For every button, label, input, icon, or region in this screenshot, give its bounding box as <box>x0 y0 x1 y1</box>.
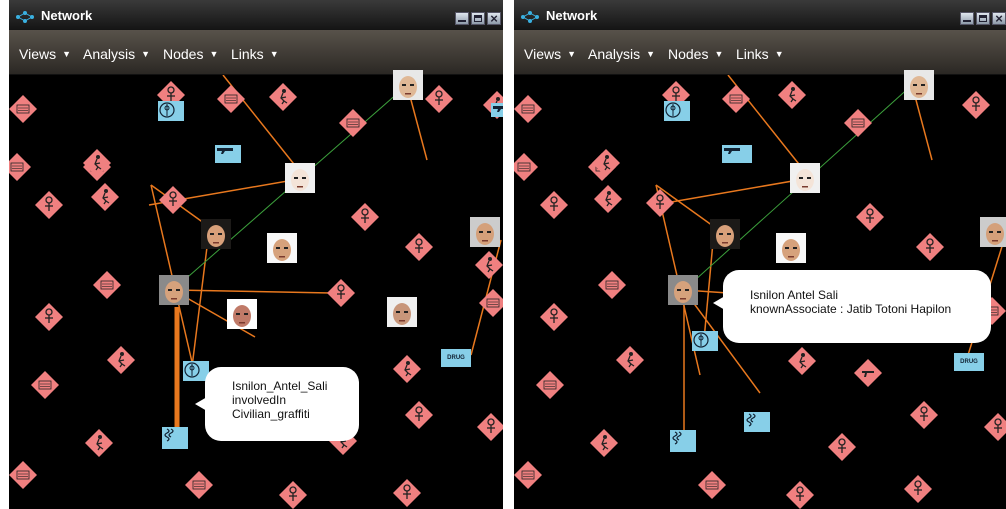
window-title: Network <box>546 8 598 23</box>
menu-nodes[interactable]: Nodes ▼ <box>163 46 218 62</box>
network-node-entity[interactable]: DRUG <box>954 353 984 371</box>
network-node-entity[interactable]: DRUG <box>441 349 471 367</box>
network-node-entity[interactable] <box>692 331 718 351</box>
minimize-button[interactable] <box>960 12 974 25</box>
menu-nodes[interactable]: Nodes ▼ <box>668 46 723 62</box>
network-logo-icon <box>16 11 34 23</box>
network-node-entity[interactable] <box>744 412 770 432</box>
close-button[interactable]: × <box>992 11 1006 26</box>
window-titlebar[interactable]: Network × <box>514 0 1006 30</box>
menu-links[interactable]: Links ▼ <box>736 46 784 62</box>
menu-views[interactable]: Views ▼ <box>524 46 576 62</box>
menu-views[interactable]: Views ▼ <box>19 46 71 62</box>
tooltip-predicate: knownAssociate : Jatib Totoni Hapilon <box>750 302 952 316</box>
tooltip-object: Civilian_graffiti <box>232 407 310 421</box>
close-button[interactable]: × <box>487 11 501 26</box>
network-node-entity[interactable] <box>664 101 690 121</box>
menu-bar: Views ▼ Analysis ▼ Nodes ▼ Links ▼ <box>9 30 503 75</box>
network-window-right: Network × Views ▼ Analysis ▼ Nodes ▼ Links ▼ <box>514 0 1006 509</box>
maximize-button[interactable] <box>471 12 485 25</box>
menu-analysis[interactable]: Analysis ▼ <box>588 46 655 62</box>
window-titlebar[interactable]: Network × <box>9 0 503 30</box>
minimize-button[interactable] <box>455 12 469 25</box>
tooltip-subject: Isnilon Antel Sali <box>750 288 839 302</box>
tooltip-predicate: involvedIn <box>232 393 287 407</box>
menu-analysis[interactable]: Analysis ▼ <box>83 46 150 62</box>
network-node-entity[interactable] <box>162 427 188 449</box>
network-graph-canvas[interactable]: DRUG <box>9 70 503 509</box>
network-logo-icon <box>521 11 539 23</box>
menu-bar: Views ▼ Analysis ▼ Nodes ▼ Links ▼ <box>514 30 1006 75</box>
window-title: Network <box>41 8 93 23</box>
network-node-entity[interactable] <box>158 101 184 121</box>
network-window-left: Network × Views ▼ Analysis ▼ Nodes ▼ Links ▼ <box>9 0 503 509</box>
network-node-entity[interactable] <box>670 430 696 452</box>
network-node-entity[interactable] <box>722 145 752 163</box>
network-node-entity[interactable] <box>491 103 503 117</box>
tooltip-subject: Isnilon_Antel_Sali <box>232 379 328 393</box>
menu-links[interactable]: Links ▼ <box>231 46 279 62</box>
network-node-entity[interactable] <box>215 145 241 163</box>
tooltip-bubble: Isnilon Antel Sali knownAssociate : Jati… <box>713 270 991 343</box>
maximize-button[interactable] <box>976 12 990 25</box>
tooltip-bubble: Isnilon_Antel_Sali involvedIn Civilian_g… <box>195 367 359 441</box>
